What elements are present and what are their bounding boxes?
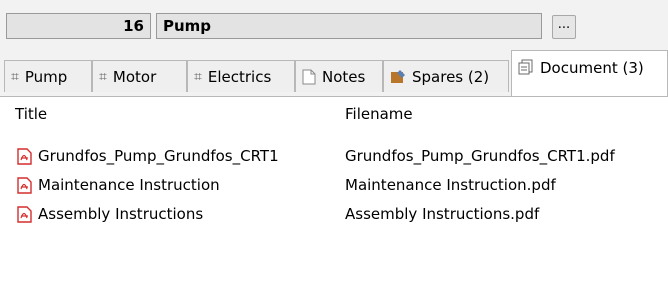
table-row[interactable]: Maintenance Instruction Maintenance Inst… bbox=[0, 172, 668, 198]
record-id-field[interactable]: 16 bbox=[6, 13, 151, 39]
table-row[interactable]: Grundfos_Pump_Grundfos_CRT1 Grundfos_Pum… bbox=[0, 143, 668, 169]
record-name-field[interactable]: Pump bbox=[156, 13, 542, 39]
note-icon bbox=[302, 69, 316, 85]
column-header-filename[interactable]: Filename bbox=[345, 105, 413, 123]
hash-icon: ⌗ bbox=[194, 68, 202, 85]
tab-document[interactable]: Document (3) bbox=[511, 50, 668, 96]
tab-label: Spares (2) bbox=[412, 67, 490, 86]
document-title: Assembly Instructions bbox=[38, 205, 204, 223]
tab-label: Pump bbox=[24, 67, 68, 86]
table-row[interactable]: Assembly Instructions Assembly Instructi… bbox=[0, 201, 668, 227]
document-title: Maintenance Instruction bbox=[38, 176, 220, 194]
column-header-title[interactable]: Title bbox=[15, 105, 47, 123]
pdf-icon bbox=[17, 205, 32, 223]
pdf-icon bbox=[17, 176, 32, 194]
tab-label: Motor bbox=[112, 67, 157, 86]
hash-icon: ⌗ bbox=[99, 68, 107, 85]
tab-electrics[interactable]: ⌗ Electrics bbox=[187, 60, 295, 92]
tab-label: Electrics bbox=[207, 67, 272, 86]
spares-icon bbox=[390, 69, 406, 85]
browse-button[interactable]: ... bbox=[552, 15, 576, 39]
tab-motor[interactable]: ⌗ Motor bbox=[92, 60, 187, 92]
document-filename: Assembly Instructions.pdf bbox=[345, 205, 540, 223]
table-header: Title Filename bbox=[0, 97, 668, 127]
hash-icon: ⌗ bbox=[11, 68, 19, 85]
document-filename: Maintenance Instruction.pdf bbox=[345, 176, 556, 194]
tab-pump[interactable]: ⌗ Pump bbox=[4, 60, 92, 92]
tab-strip: ⌗ Pump ⌗ Motor ⌗ Electrics Notes Spares … bbox=[0, 46, 668, 96]
tab-notes[interactable]: Notes bbox=[295, 60, 383, 92]
record-header: 16 Pump ... bbox=[0, 0, 668, 40]
tab-spares[interactable]: Spares (2) bbox=[383, 60, 509, 92]
document-filename: Grundfos_Pump_Grundfos_CRT1.pdf bbox=[345, 147, 615, 165]
document-title: Grundfos_Pump_Grundfos_CRT1 bbox=[38, 147, 279, 165]
tab-label: Notes bbox=[322, 67, 366, 86]
tab-label: Document (3) bbox=[540, 59, 644, 77]
document-list-panel: Title Filename Grundfos_Pump_Grundfos_CR… bbox=[0, 96, 668, 288]
pdf-icon bbox=[17, 147, 32, 165]
document-icon bbox=[518, 59, 534, 75]
